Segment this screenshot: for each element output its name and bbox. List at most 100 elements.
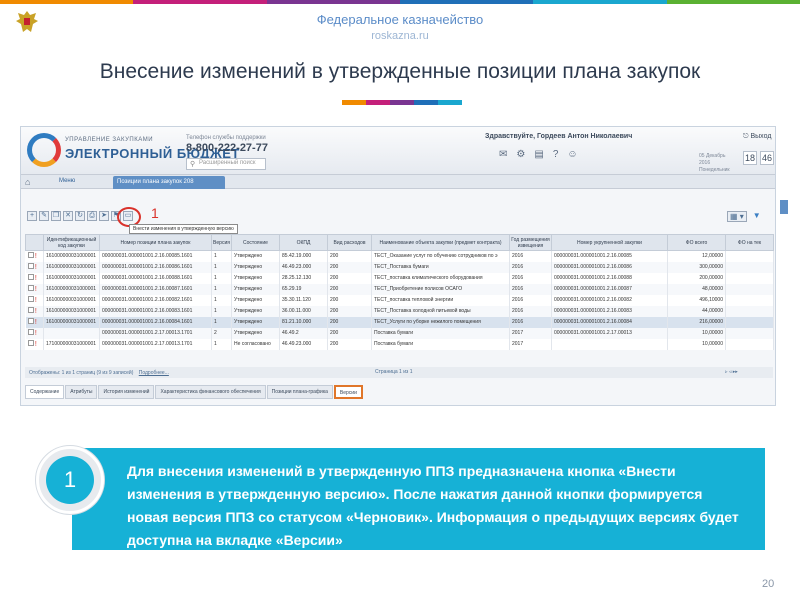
table-row[interactable]: ! 161000000031000001 000000031.000001001.2…: [25, 272, 774, 284]
table-cell: 48,00000: [667, 283, 726, 295]
tab-versions[interactable]: Версии: [333, 385, 363, 399]
tab-procurement-plan-positions[interactable]: Позиции плана закупок 208: [113, 176, 225, 189]
right-panel-toggle[interactable]: [780, 200, 788, 214]
table-cell: ТЕСТ_Поставка холодной питьевой воды: [371, 305, 510, 317]
callout-number-badge: 1: [36, 446, 104, 514]
table-cell: Поставка бумаги: [371, 338, 510, 350]
table-cell: 85.42.19.000: [279, 250, 328, 262]
settings-icon[interactable]: ⚙: [516, 149, 525, 160]
flag-icon: !: [34, 297, 37, 304]
select-all-checkbox[interactable]: [25, 234, 44, 251]
table-cell: 1: [211, 305, 232, 317]
notifications-icon[interactable]: ▤: [534, 149, 543, 160]
column-header[interactable]: Состояние: [231, 234, 280, 251]
flag-icon: !: [34, 264, 37, 271]
menu-link[interactable]: Меню: [59, 178, 75, 184]
detail-tab[interactable]: Позиции плана-графика: [266, 385, 333, 399]
row-select[interactable]: !: [25, 327, 44, 339]
messages-icon[interactable]: ✉: [499, 149, 507, 160]
create-icon[interactable]: +: [27, 211, 37, 221]
copy-icon[interactable]: ❐: [51, 211, 61, 221]
profile-icon[interactable]: ☺: [567, 149, 577, 160]
support-label: Телефон службы поддержки: [186, 135, 266, 141]
table-cell: 216,00000: [667, 316, 726, 328]
refresh-icon[interactable]: ↻: [75, 211, 85, 221]
column-header[interactable]: Номер позиции плана закупок: [99, 234, 212, 251]
column-header[interactable]: Номер укрупненной закупки: [551, 234, 668, 251]
table-cell: 161000000031000001: [43, 261, 100, 273]
column-header[interactable]: ФО всего: [667, 234, 726, 251]
detail-tab[interactable]: История изменений: [98, 385, 155, 399]
table-row[interactable]: ! 161000000031000001 000000031.000001001.2…: [25, 250, 774, 262]
help-icon[interactable]: ?: [553, 149, 559, 160]
column-header[interactable]: Вид расходов: [327, 234, 372, 251]
delete-icon[interactable]: ✕: [63, 211, 73, 221]
row-checkbox[interactable]: [27, 340, 34, 346]
row-select[interactable]: !: [25, 316, 44, 328]
table-cell: Утверждено: [231, 305, 280, 317]
table-cell: [725, 316, 774, 328]
table-row[interactable]: ! 161000000031000001 000000031.000001001.2…: [25, 294, 774, 306]
home-icon[interactable]: ⌂: [25, 177, 30, 187]
row-select[interactable]: !: [25, 305, 44, 317]
detail-tab[interactable]: Атрибуты: [65, 385, 98, 399]
table-row[interactable]: ! 161000000031000001 000000031.000001001.2…: [25, 316, 774, 328]
pager-more-link[interactable]: Подробнее...: [139, 370, 169, 376]
table-cell: Не согласовано: [231, 338, 280, 350]
table-row[interactable]: ! 161000000031000001 000000031.000001001.2…: [25, 305, 774, 317]
title-accent-bar: [342, 100, 462, 105]
detail-tab[interactable]: Характеристика финансового обеспечения: [155, 385, 266, 399]
table-cell: 2016: [509, 272, 552, 284]
table-row[interactable]: ! 000000031.000001001.2.17.00013.1701 2 Утв…: [25, 327, 774, 339]
table-row[interactable]: ! 161000000031000001 000000031.000001001.2…: [25, 283, 774, 295]
table-cell: 200: [327, 338, 372, 350]
user-greeting: Здравствуйте, Гордеев Антон Николаевич: [485, 133, 633, 140]
print-icon[interactable]: ⎙: [87, 211, 97, 221]
advanced-search-input[interactable]: ⚲ Расширенный поиск: [186, 158, 266, 170]
column-header[interactable]: ОКПД: [279, 234, 328, 251]
table-row[interactable]: ! 171000000031000001 000000031.000001001.2…: [25, 338, 774, 350]
table-cell: 000000031.000001001.2.16.00084: [551, 316, 668, 328]
table-cell: 28.25.12.130: [279, 272, 328, 284]
table-cell: Утверждено: [231, 316, 280, 328]
edit-icon[interactable]: ✎: [39, 211, 49, 221]
row-checkbox[interactable]: [27, 296, 34, 302]
row-select[interactable]: !: [25, 272, 44, 284]
row-select[interactable]: !: [25, 294, 44, 306]
grid-right-tools: ▦ ▾ ▼: [727, 211, 763, 222]
row-checkbox[interactable]: [27, 263, 34, 269]
column-header[interactable]: Версия: [211, 234, 232, 251]
column-header[interactable]: Наименование объекта закупки (предмет ко…: [371, 234, 510, 251]
row-checkbox[interactable]: [27, 318, 34, 324]
column-header[interactable]: Год размещения извещения: [509, 234, 552, 251]
table-cell: 46.49.2: [279, 327, 328, 339]
column-header[interactable]: Идентификационный код закупки: [43, 234, 100, 251]
row-checkbox[interactable]: [27, 307, 34, 313]
pager-nav[interactable]: ▹ ◃ ▸▸: [725, 369, 738, 375]
row-checkbox[interactable]: [27, 329, 34, 335]
app-screenshot: УПРАВЛЕНИЕ ЗАКУПКАМИ ЭЛЕКТРОННЫЙ БЮДЖЕТ …: [20, 126, 776, 406]
table-cell: [43, 327, 100, 339]
table-cell: [725, 283, 774, 295]
detail-tab[interactable]: Содержание: [25, 385, 65, 399]
table-cell: 000000031.000001001.2.17.00013.1701: [99, 338, 212, 350]
send-icon[interactable]: ➤: [99, 211, 109, 221]
columns-menu-icon[interactable]: ▦ ▾: [727, 211, 747, 222]
pager-summary: Отображены: 1 из 1 страниц (9 из 9 запис…: [29, 370, 134, 376]
table-cell: 2016: [509, 294, 552, 306]
row-select[interactable]: !: [25, 250, 44, 262]
flag-icon: !: [34, 253, 37, 261]
exit-button[interactable]: ⎋ Выход: [743, 133, 771, 141]
column-header[interactable]: ФО на тек: [725, 234, 774, 251]
filter-icon[interactable]: ▼: [751, 211, 763, 222]
organization-url[interactable]: roskazna.ru: [0, 30, 800, 42]
row-checkbox[interactable]: [27, 285, 34, 291]
table-row[interactable]: ! 161000000031000001 000000031.000001001.2…: [25, 261, 774, 273]
row-checkbox[interactable]: [27, 252, 34, 259]
row-select[interactable]: !: [25, 338, 44, 350]
table-cell: 000000031.000001001.2.16.00087: [551, 283, 668, 295]
top-color-segment: [666, 0, 800, 4]
row-checkbox[interactable]: [27, 274, 34, 280]
row-select[interactable]: !: [25, 283, 44, 295]
row-select[interactable]: !: [25, 261, 44, 273]
